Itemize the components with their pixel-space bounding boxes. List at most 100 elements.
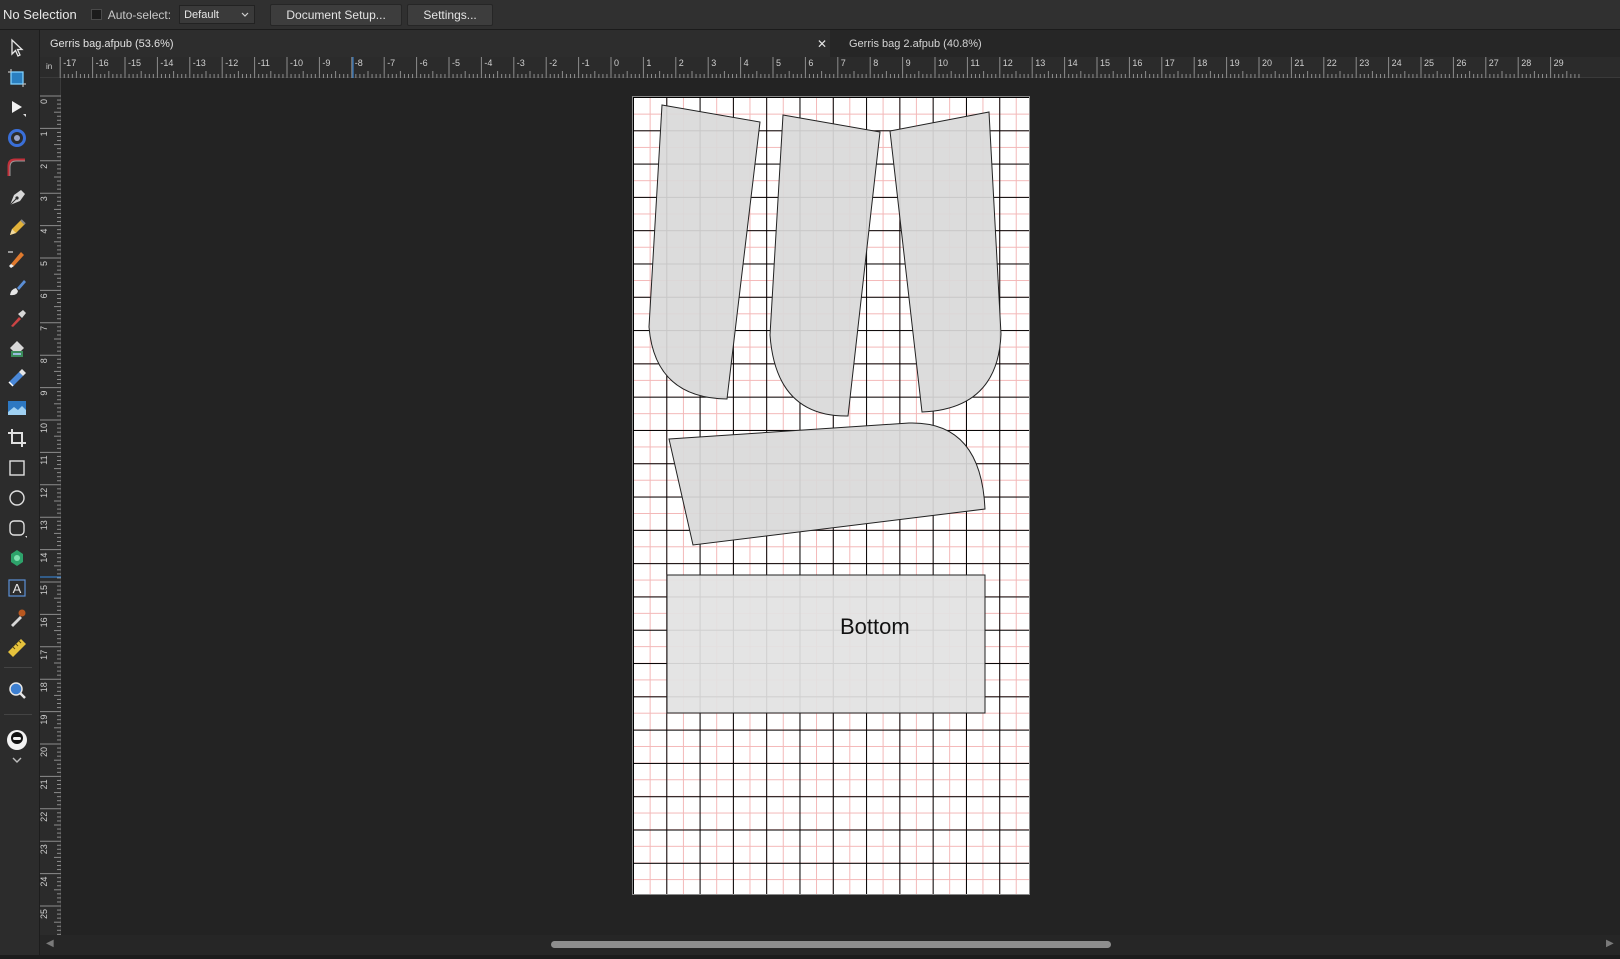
context-toolbar: No Selection Auto-select: Default Docume… <box>0 0 1620 30</box>
view-tool-icon[interactable] <box>5 678 29 702</box>
ruler-label: 19 <box>1230 58 1240 68</box>
tools-panel: A <box>0 30 40 959</box>
picture-frame-icon[interactable] <box>5 396 29 420</box>
measure-tool-icon[interactable] <box>5 636 29 660</box>
svg-text:A: A <box>13 581 22 596</box>
ruler-label: 24 <box>1392 58 1402 68</box>
close-icon[interactable]: ✕ <box>814 30 830 57</box>
tab-gerris-bag[interactable]: Gerris bag.afpub (53.6%) ✕ <box>40 30 830 57</box>
ruler-label: 1 <box>40 131 49 136</box>
settings-button[interactable]: Settings... <box>407 3 494 26</box>
ruler-label: 15 <box>1100 58 1110 68</box>
ruler-label: 11 <box>40 455 49 464</box>
ruler-label: -6 <box>420 58 428 68</box>
ruler-label: -2 <box>549 58 557 68</box>
page-spread[interactable]: Bottom <box>632 96 1030 895</box>
ruler-label: -17 <box>63 58 76 68</box>
move-tool-icon[interactable] <box>5 36 29 60</box>
rectangle-tool-icon[interactable] <box>5 456 29 480</box>
ruler-label: 2 <box>679 58 684 68</box>
fill-tool-icon[interactable] <box>5 336 29 360</box>
ruler-label: -1 <box>582 58 590 68</box>
text-tool-icon[interactable]: A <box>5 576 29 600</box>
ruler-label: 13 <box>40 520 49 530</box>
scrollbar-thumb[interactable] <box>551 941 1111 948</box>
tab-label: Gerris bag.afpub (53.6%) <box>50 37 174 50</box>
autoselect-dropdown[interactable]: Default <box>179 5 256 24</box>
pattern-piece-bottom[interactable] <box>666 574 986 714</box>
ruler-label: 17 <box>40 650 49 660</box>
ruler-label: -3 <box>517 58 525 68</box>
document-setup-button[interactable]: Document Setup... <box>270 3 403 26</box>
ruler-label: 6 <box>40 293 49 298</box>
ruler-label: 3 <box>711 58 716 68</box>
ruler-label: 16 <box>1132 58 1142 68</box>
corner-tool-icon[interactable] <box>5 156 29 180</box>
ruler-label: 0 <box>40 99 49 104</box>
bottom-piece-label[interactable]: Bottom <box>840 614 910 640</box>
pattern-piece-middle[interactable] <box>769 114 881 417</box>
ruler-label: 23 <box>40 844 49 854</box>
ruler-label: -8 <box>355 58 363 68</box>
ruler-label: 10 <box>40 423 49 433</box>
horizontal-scrollbar[interactable]: ◀ ▶ <box>40 935 1620 955</box>
ruler-label: 20 <box>40 747 49 757</box>
ruler-label: -16 <box>96 58 109 68</box>
ruler-label: 16 <box>40 617 49 627</box>
ruler-label: 21 <box>40 779 49 789</box>
ruler-label: 25 <box>40 909 49 919</box>
ruler-label: 14 <box>1068 58 1078 68</box>
ruler-label: 24 <box>40 877 49 887</box>
ellipse-tool-icon[interactable] <box>5 486 29 510</box>
ruler-label: 0 <box>614 58 619 68</box>
scroll-left-icon[interactable]: ◀ <box>46 938 54 949</box>
document-canvas[interactable]: Bottom <box>61 78 1620 935</box>
chevron-down-icon[interactable] <box>5 755 29 769</box>
artboard-tool-icon[interactable] <box>5 66 29 90</box>
tool-separator <box>4 667 32 668</box>
ruler-label: 14 <box>40 553 49 563</box>
ruler-label: -9 <box>322 58 330 68</box>
ruler-label: 7 <box>40 326 49 331</box>
crop-tool-icon[interactable] <box>5 426 29 450</box>
ruler-label: 7 <box>841 58 846 68</box>
pattern-piece-flap[interactable] <box>668 422 986 546</box>
persona-toggle-icon[interactable] <box>5 728 29 752</box>
transparency-tool-icon[interactable] <box>5 366 29 390</box>
pencil-tool-icon[interactable] <box>5 216 29 240</box>
ruler-label: 4 <box>40 229 49 234</box>
selection-status: No Selection <box>3 7 77 22</box>
ruler-label: 3 <box>40 196 49 201</box>
horizontal-ruler[interactable]: -17 -16 -15 -14 -13 -12 -11 -10 -9 -8 -7 -6 -5 -4 -3 -2… <box>40 57 1620 78</box>
paint-brush-icon[interactable] <box>5 276 29 300</box>
chevron-down-icon <box>241 9 249 21</box>
autoselect-checkbox[interactable] <box>90 9 102 20</box>
pattern-pieces <box>648 104 1002 714</box>
rounded-rect-icon[interactable] <box>5 516 29 540</box>
ruler-label: 26 <box>1456 58 1466 68</box>
node-tool-icon[interactable] <box>5 96 29 120</box>
pattern-piece-left[interactable] <box>648 104 761 400</box>
tab-gerris-bag-2[interactable]: Gerris bag 2.afpub (40.8%) <box>843 30 1613 57</box>
ruler-label: 22 <box>1327 58 1337 68</box>
vector-brush-icon[interactable] <box>5 246 29 270</box>
vertical-ruler[interactable]: 0 1 2 3 4 5 6 7 8 9 10 11 12 13 14 15 16 17 18 19 20 21 22 23 24… <box>40 78 61 935</box>
ruler-label: 17 <box>1165 58 1175 68</box>
ruler-label: 1 <box>646 58 651 68</box>
ruler-label: -7 <box>387 58 395 68</box>
ruler-label: 25 <box>1424 58 1434 68</box>
ruler-label: 12 <box>1003 58 1013 68</box>
autoselect-value: Default <box>184 8 219 21</box>
shape-tool-icon[interactable] <box>5 546 29 570</box>
ruler-label: 23 <box>1359 58 1369 68</box>
ruler-label: -12 <box>225 58 238 68</box>
table-tool-icon[interactable] <box>5 606 29 630</box>
tab-label: Gerris bag 2.afpub (40.8%) <box>849 37 982 50</box>
scroll-right-icon[interactable]: ▶ <box>1606 938 1614 949</box>
shape-builder-icon[interactable] <box>5 126 29 150</box>
pen-tool-icon[interactable] <box>5 186 29 210</box>
ruler-label: -14 <box>160 58 173 68</box>
color-picker-icon[interactable] <box>5 306 29 330</box>
pattern-piece-right[interactable] <box>889 111 1002 413</box>
ruler-label: 5 <box>40 261 49 266</box>
